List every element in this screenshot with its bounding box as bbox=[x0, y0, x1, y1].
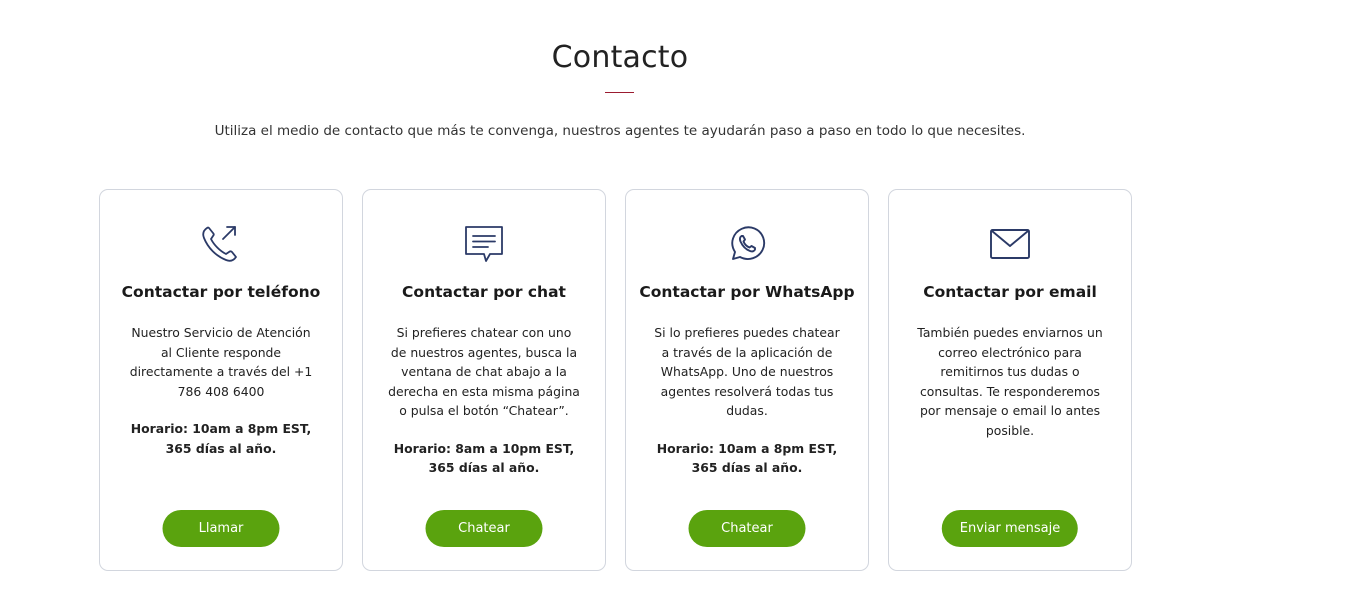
call-button[interactable]: Llamar bbox=[162, 510, 280, 547]
whatsapp-icon bbox=[626, 220, 868, 268]
card-hours: Horario: 8am a 10pm EST, 365 días al año… bbox=[393, 440, 575, 476]
card-title: Contactar por email bbox=[923, 283, 1097, 301]
contact-page: Contacto Utiliza el medio de contacto qu… bbox=[0, 0, 1360, 613]
card-title: Contactar por chat bbox=[402, 283, 566, 301]
card-whatsapp: Contactar por WhatsApp Si lo prefieres p… bbox=[625, 189, 869, 571]
envelope-icon bbox=[889, 220, 1131, 268]
title-underline bbox=[605, 92, 634, 93]
card-hours: Horario: 10am a 8pm EST, 365 días al año… bbox=[130, 421, 312, 456]
card-title: Contactar por WhatsApp bbox=[639, 283, 855, 301]
card-hours: Horario: 10am a 8pm EST, 365 días al año… bbox=[656, 440, 838, 476]
chat-button[interactable]: Chatear bbox=[425, 510, 543, 547]
send-message-button[interactable]: Enviar mensaje bbox=[941, 510, 1079, 547]
contact-cards: Contactar por teléfono Nuestro Servicio … bbox=[99, 189, 1132, 571]
intro-text: Utiliza el medio de contacto que más te … bbox=[214, 123, 1026, 139]
card-description: Si prefieres chatear con uno de nuestros… bbox=[388, 325, 580, 418]
card-description: Si lo prefieres puedes chatear a través … bbox=[654, 325, 840, 418]
card-title: Contactar por teléfono bbox=[121, 283, 321, 301]
phone-outgoing-icon bbox=[100, 220, 342, 268]
card-phone: Contactar por teléfono Nuestro Servicio … bbox=[99, 189, 343, 571]
chat-bubble-icon bbox=[363, 220, 605, 268]
card-description: También puedes enviarnos un correo elect… bbox=[917, 325, 1103, 438]
page-title: Contacto bbox=[551, 40, 689, 75]
card-chat: Contactar por chat Si prefieres chatear … bbox=[362, 189, 606, 571]
card-description: Nuestro Servicio de Atención al Cliente … bbox=[129, 325, 313, 399]
whatsapp-chat-button[interactable]: Chatear bbox=[688, 510, 806, 547]
card-email: Contactar por email También puedes envia… bbox=[888, 189, 1132, 571]
